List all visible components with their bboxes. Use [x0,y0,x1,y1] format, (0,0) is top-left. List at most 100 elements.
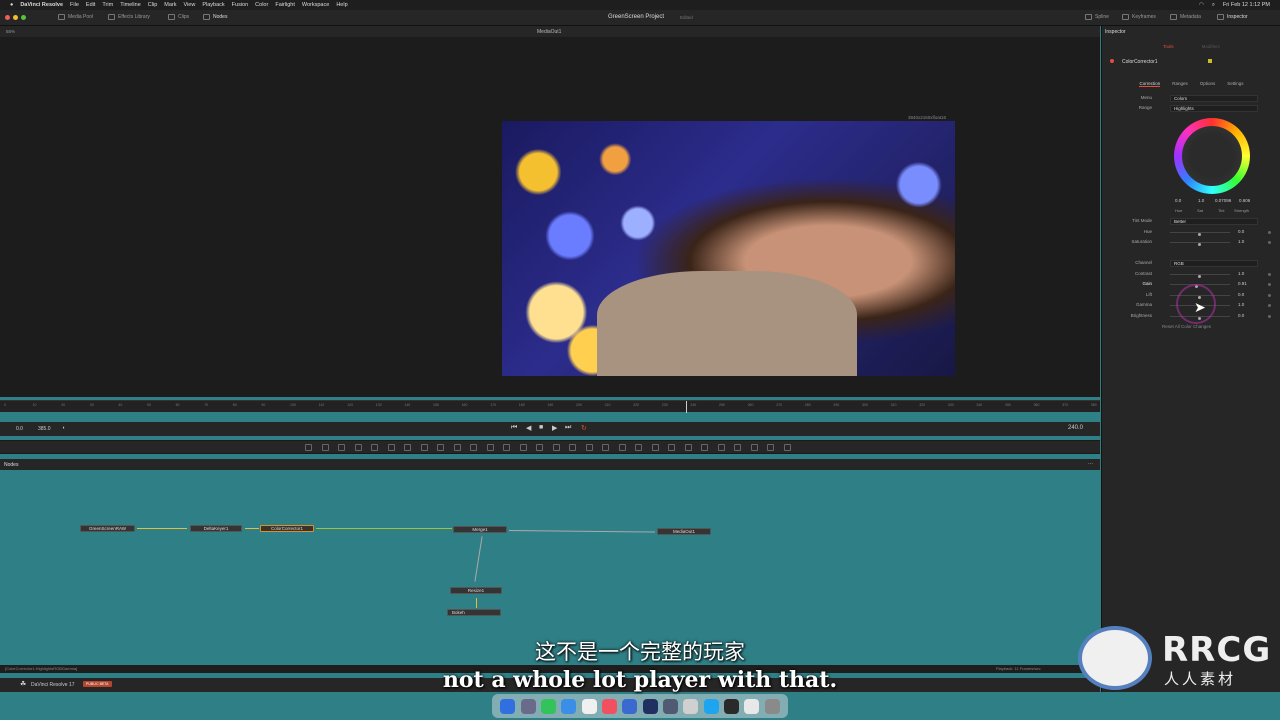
clips-button[interactable]: Clips [168,14,189,20]
spline-button[interactable]: Spline [1085,14,1109,20]
play-icon[interactable]: ▶ [552,424,557,432]
fusion-tool-icon[interactable] [651,444,659,451]
menu-dropdown[interactable]: Colors [1170,95,1258,102]
contrast-knob[interactable] [1198,275,1201,278]
fusion-tool-icon[interactable] [305,444,312,451]
saturation-keyframe-icon[interactable] [1268,241,1271,244]
fusion-tool-icon[interactable] [321,444,329,451]
brightness-keyframe-icon[interactable] [1268,315,1271,318]
fusion-tool-icon[interactable] [717,444,725,451]
node-bokeh[interactable]: Bokeh [447,609,501,616]
menu-view[interactable]: View [184,2,196,8]
color-wheel[interactable] [1174,118,1250,194]
channel-dropdown[interactable]: RGB [1170,260,1258,267]
calendar-icon[interactable] [581,698,597,714]
menu-timeline[interactable]: Timeline [120,2,141,8]
fusion-tool-icon[interactable] [420,444,428,451]
fusion-tool-icon[interactable] [701,444,708,451]
inspector-button[interactable]: Inspector [1217,14,1248,20]
davinci-icon[interactable] [642,698,658,714]
fusion-tool-icon[interactable] [453,444,461,451]
fusion-tool-icon[interactable] [354,444,362,451]
render-end[interactable]: 385.0 [38,426,51,432]
menu-app[interactable]: DaVinci Resolve [20,2,63,8]
menu-edit[interactable]: Edit [86,2,95,8]
messages-icon[interactable] [540,698,556,714]
play-reverse-icon[interactable]: ◀ [526,424,531,432]
wifi-icon[interactable]: ◠ [1199,2,1204,9]
fusion-tool-icon[interactable] [503,444,510,451]
notes-icon[interactable] [683,698,699,714]
audio-icon[interactable]: ◖ [62,425,65,431]
gamma-value[interactable]: 1.0 [1238,302,1260,307]
render-start[interactable]: 0.0 [16,426,23,432]
menu-help[interactable]: Help [336,2,347,8]
close-window-icon[interactable] [5,15,10,20]
loop-icon[interactable]: ↻ [581,424,587,432]
hue-slider[interactable] [1170,232,1230,236]
tool-enable-icon[interactable] [1110,59,1114,63]
menu-color[interactable]: Color [255,2,268,8]
lift-keyframe-icon[interactable] [1268,294,1271,297]
finder-icon[interactable] [500,698,516,714]
fusion-tool-icon[interactable] [470,444,477,451]
gamma-keyframe-icon[interactable] [1268,304,1271,307]
contrast-value[interactable]: 1.0 [1238,271,1260,276]
gain-value[interactable]: 0.91 [1238,281,1260,286]
fusion-tool-icon[interactable] [668,444,675,451]
search-icon[interactable]: ⌕ [1212,2,1215,9]
nodes-options-icon[interactable]: ··· [1088,461,1093,467]
fusion-tool-icon[interactable] [684,444,692,451]
trash-icon[interactable] [764,698,780,714]
node-deltakeyer1[interactable]: DeltaKeyer1 [190,525,242,532]
menu-clip[interactable]: Clip [148,2,157,8]
nodes-button[interactable]: Nodes [203,14,227,20]
app-store-icon[interactable] [703,698,719,714]
fusion-tool-icon[interactable] [519,444,527,451]
node-mediaout1[interactable]: MediaOut1 [657,528,711,535]
fusion-tool-icon[interactable] [602,444,609,451]
hue-keyframe-icon[interactable] [1268,231,1271,234]
subtab-correction[interactable]: Correction [1139,81,1161,87]
menu-trim[interactable]: Trim [102,2,113,8]
saturation-value[interactable]: 1.0 [1238,239,1260,244]
fusion-tool-icon[interactable] [618,444,626,451]
range-dropdown[interactable]: Highlights [1170,105,1258,112]
apple-icon[interactable]: ● [10,2,13,8]
brightness-value[interactable]: 0.0 [1238,313,1260,318]
stop-icon[interactable]: ■ [539,424,543,431]
tint-mode-dropdown[interactable]: Better [1170,218,1258,225]
go-to-start-icon[interactable]: ⏮ [511,424,517,432]
menu-fusion[interactable]: Fusion [232,2,249,8]
zoom-select[interactable]: 55% [6,29,15,34]
menu-file[interactable]: File [70,2,79,8]
fusion-tool-icon[interactable] [767,444,774,451]
hue-knob[interactable] [1198,233,1201,236]
fusion-tool-icon[interactable] [404,444,411,451]
wheel-sat-value[interactable]: 1.0 [1198,198,1204,203]
fusion-tool-icon[interactable] [585,444,593,451]
media-pool-button[interactable]: Media Pool [58,14,93,20]
mail-icon[interactable] [561,698,577,714]
effects-library-button[interactable]: Effects Library [108,14,150,20]
fusion-tool-icon[interactable] [536,444,543,451]
fusion-tool-icon[interactable] [635,444,642,451]
node-merge1[interactable]: Merge1 [453,526,507,533]
keyframes-button[interactable]: Keyframes [1122,14,1156,20]
launchpad-icon[interactable] [520,698,536,714]
time-ruler[interactable]: 0 10 20 30 40 50 60 70 80 90 100 110 120 130 140 150 160… [0,400,1100,413]
fusion-tool-icon[interactable] [734,444,741,451]
fusion-tool-icon[interactable] [437,444,444,451]
preview-icon[interactable] [744,698,760,714]
fusion-tool-icon[interactable] [371,444,378,451]
reset-color-button[interactable]: Reset All Color Changes [1162,324,1211,329]
fusion-tool-icon[interactable] [486,444,494,451]
node-resize1[interactable]: Resize1 [450,587,502,594]
tab-modifiers[interactable]: Modifiers [1202,44,1220,49]
menu-playback[interactable]: Playback [202,2,224,8]
contrast-keyframe-icon[interactable] [1268,273,1271,276]
current-time[interactable]: 240.0 [1068,425,1083,431]
minimize-window-icon[interactable] [13,15,18,20]
subtab-settings[interactable]: Settings [1227,81,1243,87]
zoom-window-icon[interactable] [21,15,26,20]
